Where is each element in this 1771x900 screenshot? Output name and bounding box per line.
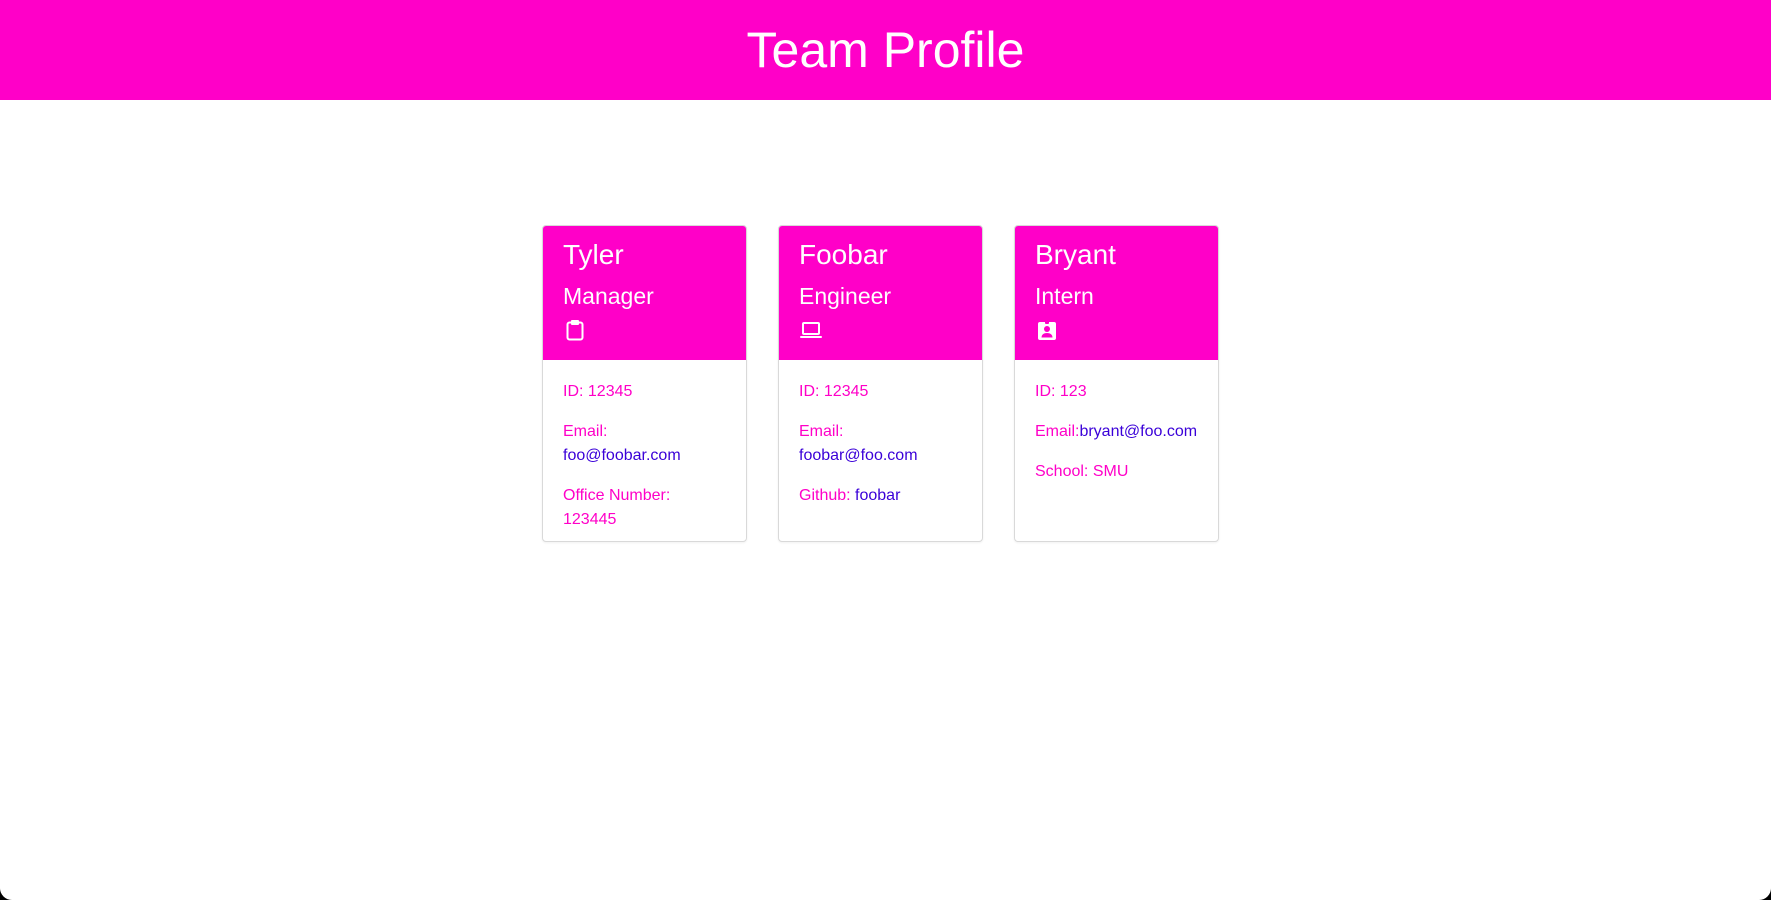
card-details: ID: 12345 Email: foo@foobar.com Office N… <box>543 360 746 532</box>
email-label: Email: <box>799 423 844 440</box>
employee-email: Email: foobar@foo.com <box>799 420 962 468</box>
employee-email: Email:bryant@foo.com <box>1035 420 1198 444</box>
employee-card-manager: Tyler Manager ID: 12345 Email: foo@fooba… <box>542 225 747 542</box>
id-value: 123 <box>1059 383 1087 400</box>
id-label: ID: <box>1035 383 1060 400</box>
id-badge-icon <box>1038 320 1056 340</box>
employee-card-engineer: Foobar Engineer ID: 12345 Email: foobar@… <box>778 225 983 542</box>
employee-id: ID: 123 <box>1035 380 1198 404</box>
page-header: Team Profile <box>0 0 1771 100</box>
school-label: School: <box>1035 463 1093 480</box>
employee-name: Foobar <box>799 239 888 270</box>
id-value: 12345 <box>587 383 633 400</box>
employee-id: ID: 12345 <box>563 380 726 404</box>
card-details: ID: 123 Email:bryant@foo.com School: SMU <box>1015 360 1218 484</box>
employee-id: ID: 12345 <box>799 380 962 404</box>
page: Team Profile Tyler Manager ID: 12345 Ema… <box>0 0 1771 900</box>
email-label: Email: <box>1035 423 1080 440</box>
card-header: Foobar Engineer <box>779 226 982 360</box>
employee-role: Intern <box>1035 283 1094 309</box>
employee-role: Manager <box>563 283 654 309</box>
page-title: Team Profile <box>746 22 1025 78</box>
email-label: Email: <box>563 423 608 440</box>
school: School: SMU <box>1035 460 1198 484</box>
github: Github: foobar <box>799 484 962 508</box>
employee-name: Bryant <box>1035 239 1116 270</box>
office-number-label: Office Number: <box>563 487 671 504</box>
team-cards: Tyler Manager ID: 12345 Email: foo@fooba… <box>542 225 1219 542</box>
email-link[interactable]: foo@foobar.com <box>563 447 681 464</box>
employee-role: Engineer <box>799 283 892 309</box>
office-number-value: 123445 <box>563 511 617 528</box>
school-value: SMU <box>1092 463 1129 480</box>
email-link[interactable]: bryant@foo.com <box>1079 423 1197 440</box>
id-value: 12345 <box>823 383 869 400</box>
clipboard-icon <box>566 320 584 341</box>
employee-email: Email: foo@foobar.com <box>563 420 726 468</box>
laptop-icon <box>800 322 822 338</box>
card-details: ID: 12345 Email: foobar@foo.com Github: … <box>779 360 982 508</box>
office-number: Office Number: 123445 <box>563 484 726 532</box>
card-header: Tyler Manager <box>543 226 746 360</box>
email-link[interactable]: foobar@foo.com <box>799 447 918 464</box>
employee-card-intern: Bryant Intern ID: 123 Email:bryant@foo.c… <box>1014 225 1219 542</box>
github-link[interactable]: foobar <box>855 487 900 504</box>
employee-name: Tyler <box>563 239 624 270</box>
github-label: Github: <box>799 487 856 504</box>
card-header: Bryant Intern <box>1015 226 1218 360</box>
id-label: ID: <box>799 383 824 400</box>
id-label: ID: <box>563 383 588 400</box>
